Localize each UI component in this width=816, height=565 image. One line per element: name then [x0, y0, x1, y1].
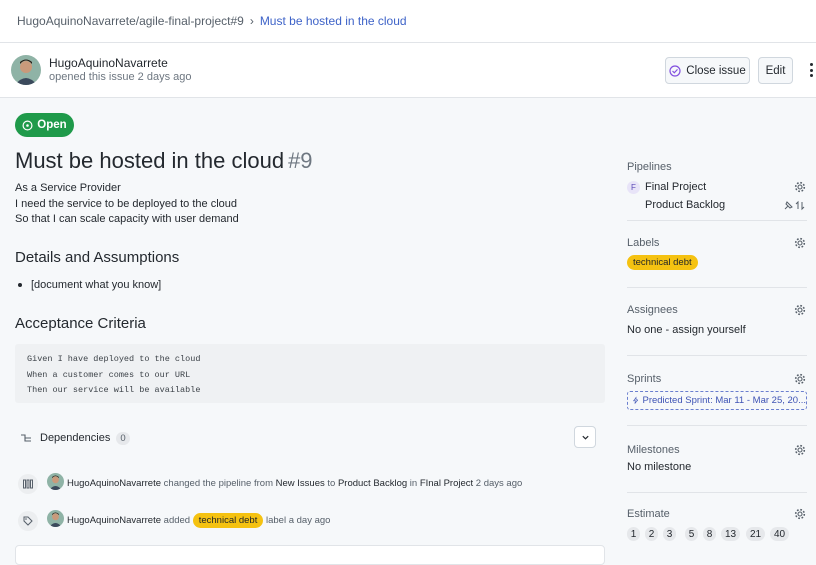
details-heading: Details and Assumptions [15, 249, 180, 266]
event-project: FInal Project [419, 478, 474, 489]
author-name[interactable]: HugoAquinoNavarrete [49, 56, 168, 70]
pin-move-icon[interactable] [783, 200, 807, 211]
milestone-value: No milestone [627, 461, 692, 473]
story-keyword: I need [15, 197, 46, 210]
estimate-option[interactable]: 2 [645, 527, 658, 541]
event-text: in [409, 478, 418, 489]
divider [627, 355, 807, 356]
breadcrumb-current[interactable]: Must be hosted in the cloud [260, 14, 407, 28]
story-line: As a Service Provider [15, 181, 239, 197]
divider [627, 220, 807, 221]
divider [627, 425, 807, 426]
issue-opened-icon [22, 120, 33, 130]
dependencies-row[interactable]: Dependencies 0 [15, 421, 605, 455]
project-badge: F [627, 181, 640, 194]
event-text: to [327, 478, 336, 489]
breadcrumb-separator: › [249, 14, 254, 28]
event-text: added [163, 515, 191, 526]
tag-icon [18, 511, 38, 531]
close-issue-button[interactable]: Close issue [665, 57, 750, 84]
story-line: So that I can scale capacity with user d… [15, 212, 239, 228]
estimate-option[interactable]: 8 [703, 527, 716, 541]
comment-box[interactable] [15, 545, 605, 565]
gear-icon[interactable] [794, 373, 806, 385]
dependencies-count: 0 [116, 431, 130, 445]
estimate-option[interactable]: 21 [746, 527, 765, 541]
pipeline-change-event: HugoAquinoNavarrete changed the pipeline… [67, 478, 522, 489]
from-pipeline: New Issues [275, 478, 325, 489]
sprint-label: Predicted Sprint: Mar 11 - Mar 25, 20... [642, 395, 806, 406]
issue-number: #9 [288, 148, 313, 173]
story-keyword: As a [15, 182, 38, 194]
close-issue-label: Close issue [686, 64, 746, 77]
gear-icon[interactable] [794, 237, 806, 249]
story-text: I can scale capacity with user demand [49, 213, 239, 225]
dependencies-icon [21, 434, 31, 442]
user-story: As a Service Provider I need the service… [15, 181, 239, 228]
chevron-down-icon [581, 435, 589, 440]
acceptance-code-block: Given I have deployed to the cloud When … [15, 344, 605, 403]
lightning-icon [633, 396, 639, 404]
acceptance-heading: Acceptance Criteria [15, 315, 146, 332]
project-name[interactable]: Final Project [645, 181, 706, 193]
issue-title-text: Must be hosted in the cloud [15, 148, 285, 173]
estimate-option[interactable]: 40 [770, 527, 789, 541]
story-keyword: So that [15, 213, 50, 225]
breadcrumb-repo-link[interactable]: HugoAquinoNavarrete/agile-final-project#… [17, 14, 244, 28]
labels-heading: Labels [627, 237, 660, 249]
estimate-option[interactable]: 5 [685, 527, 698, 541]
author-meta: opened this issue 2 days ago [49, 71, 192, 83]
story-line: I need the service to be deployed to the… [15, 197, 239, 213]
event-avatar[interactable] [47, 473, 64, 490]
story-text: the service to be deployed to the cloud [45, 197, 237, 210]
status-label: Open [37, 119, 67, 131]
event-user[interactable]: HugoAquinoNavarrete [67, 478, 161, 489]
issue-header: HugoAquinoNavarrete opened this issue 2 … [0, 43, 816, 98]
details-list-item: [document what you know] [18, 279, 161, 291]
issue-title: Must be hosted in the cloud #9 [15, 148, 313, 174]
status-badge: Open [15, 113, 74, 137]
story-text: Service Provider [37, 182, 121, 194]
estimate-option[interactable]: 3 [663, 527, 676, 541]
event-text: label [265, 515, 287, 526]
check-circle-icon [669, 64, 681, 77]
divider [627, 492, 807, 493]
estimate-heading: Estimate [627, 508, 670, 520]
predicted-sprint[interactable]: Predicted Sprint: Mar 11 - Mar 25, 20... [627, 391, 807, 410]
event-time: a day ago [288, 515, 331, 526]
more-options-icon[interactable] [807, 60, 815, 80]
estimate-option[interactable]: 1 [627, 527, 640, 541]
pipeline-name[interactable]: Product Backlog [645, 199, 725, 211]
edit-button[interactable]: Edit [758, 57, 793, 84]
pipeline-icon [18, 474, 38, 494]
dependencies-label: Dependencies [40, 432, 111, 444]
assignees-value: No one - assign yourself [627, 324, 746, 336]
event-text: changed the pipeline from [163, 478, 273, 489]
label-pill[interactable]: technical debt [192, 513, 264, 528]
breadcrumb: HugoAquinoNavarrete/agile-final-project#… [0, 0, 816, 43]
milestones-heading: Milestones [627, 444, 680, 456]
event-user[interactable]: HugoAquinoNavarrete [67, 515, 161, 526]
estimate-option[interactable]: 13 [721, 527, 740, 541]
event-time: 2 days ago [475, 478, 523, 489]
gear-icon[interactable] [794, 181, 806, 193]
to-pipeline: Product Backlog [337, 478, 408, 489]
gear-icon[interactable] [794, 304, 806, 316]
author-avatar[interactable] [11, 55, 41, 85]
divider [627, 287, 807, 288]
event-avatar[interactable] [47, 510, 64, 527]
expand-dependencies-button[interactable] [574, 426, 596, 448]
gear-icon[interactable] [794, 444, 806, 456]
assign-yourself-link[interactable]: assign yourself [672, 324, 745, 336]
gear-icon[interactable] [794, 508, 806, 520]
sprints-heading: Sprints [627, 373, 662, 385]
pipelines-heading: Pipelines [627, 161, 672, 173]
no-assignee-text: No one - [627, 324, 670, 336]
assignees-heading: Assignees [627, 304, 678, 316]
sidebar-label-pill[interactable]: technical debt [627, 255, 698, 270]
label-added-event: HugoAquinoNavarrete added technical debt… [67, 513, 330, 528]
